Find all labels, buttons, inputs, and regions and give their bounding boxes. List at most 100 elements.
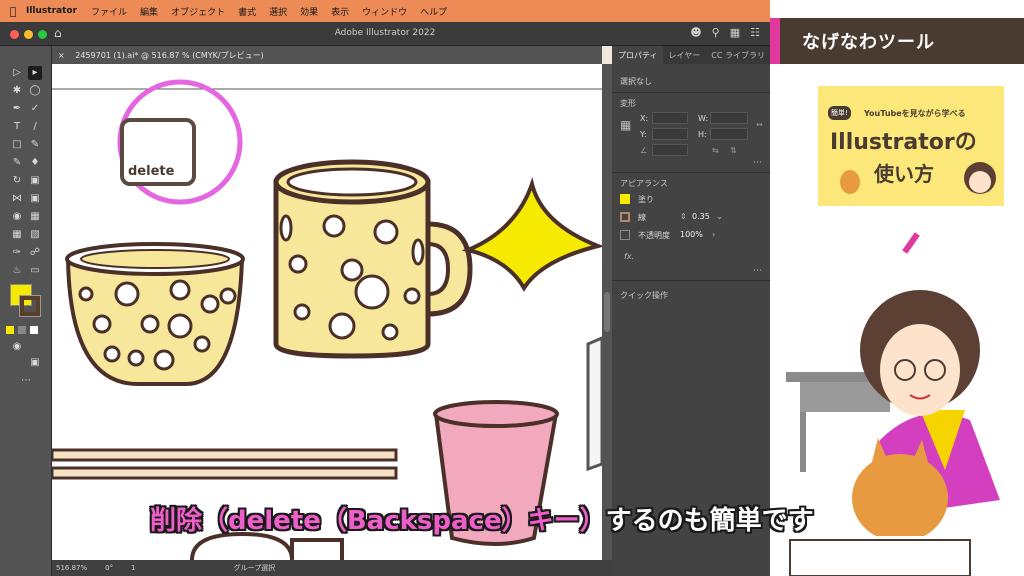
w-label: W:: [698, 114, 709, 123]
blend-tool-icon[interactable]: ☍: [28, 246, 42, 260]
menu-effect[interactable]: 効果: [300, 5, 318, 18]
artwork[interactable]: delete: [52, 64, 602, 560]
topic-banner: なげなわツール: [770, 18, 1024, 64]
logo-mascots: [840, 162, 996, 194]
stroke-weight-value[interactable]: 0.35: [692, 212, 710, 221]
flip-horizontal-icon[interactable]: ⇆: [712, 146, 719, 155]
pen-tool-icon[interactable]: ✒: [10, 102, 24, 116]
mesh-tool-icon[interactable]: ▦: [10, 228, 24, 242]
curvature-tool-icon[interactable]: ✓: [28, 102, 42, 116]
color-mode-icon[interactable]: [6, 326, 14, 334]
subtitle-caption: 削除（delete（Backspace）キー）するのも簡単です: [150, 500, 814, 536]
more-tools-icon[interactable]: ⋯: [19, 374, 33, 388]
gradient-mode-icon[interactable]: [18, 326, 26, 334]
artboard-number[interactable]: 1: [131, 564, 135, 572]
menu-app-name[interactable]: Illustrator: [26, 6, 77, 16]
stroke-weight-dropdown-icon[interactable]: ⌄: [716, 212, 723, 221]
tab-cc-libraries[interactable]: CC ライブラリ: [705, 46, 770, 64]
search-icon[interactable]: ⚲: [712, 26, 720, 39]
panel-divider: [612, 92, 770, 93]
flip-vertical-icon[interactable]: ⇅: [730, 146, 737, 155]
vertical-scrollbar[interactable]: [602, 64, 612, 560]
paintbrush-tool-icon[interactable]: ✎: [28, 138, 42, 152]
panel-tabs: プロパティ レイヤー CC ライブラリ: [612, 46, 770, 64]
reference-point-icon[interactable]: ▦: [620, 118, 631, 132]
opacity-arrow-icon[interactable]: ›: [712, 230, 715, 239]
scrollbar-thumb[interactable]: [604, 292, 610, 332]
screen-mode-icon[interactable]: ▣: [28, 356, 42, 370]
account-icon[interactable]: ☻: [690, 26, 701, 39]
window-title: Adobe Illustrator 2022: [334, 28, 436, 38]
shape-builder-tool-icon[interactable]: ◉: [10, 210, 24, 224]
eyedropper-tool-icon[interactable]: ✑: [10, 246, 24, 260]
appearance-title: アピアランス: [620, 179, 668, 188]
apple-icon[interactable]: : [0, 5, 26, 18]
w-field[interactable]: [710, 112, 748, 124]
direct-selection-tool-icon[interactable]: ▸: [28, 66, 42, 80]
menu-object[interactable]: オブジェクト: [171, 5, 225, 18]
y-label: Y:: [640, 130, 647, 139]
fill-label: 塗り: [638, 195, 654, 204]
opacity-value[interactable]: 100%: [680, 230, 703, 239]
rotate-tool-icon[interactable]: ↻: [10, 174, 24, 188]
menu-edit[interactable]: 編集: [140, 5, 158, 18]
rotation-value[interactable]: 0°: [105, 564, 113, 572]
transform-title: 変形: [620, 99, 636, 108]
transform-more-icon[interactable]: ⋯: [753, 158, 762, 168]
selection-status: 選択なし: [620, 77, 652, 86]
line-tool-icon[interactable]: /: [28, 120, 42, 134]
stroke-stepper-icon[interactable]: ⇕: [680, 212, 687, 221]
width-tool-icon[interactable]: ⋈: [10, 192, 24, 206]
tools-panel: ▷ ▸ ✱ ◯ ✒ ✓ T / □ ✎ ✎ ♦ ↻ ▣ ⋈ ▣ ◉ ▦ ▦ ▧ …: [0, 46, 52, 576]
constrain-proportions-icon[interactable]: ↭: [756, 120, 763, 129]
eraser-tool-icon[interactable]: ♦: [28, 156, 42, 170]
fill-swatch-small[interactable]: [620, 194, 630, 204]
appearance-more-icon[interactable]: ⋯: [753, 266, 762, 276]
fx-effects-button[interactable]: fx.: [624, 252, 634, 261]
symbol-sprayer-tool-icon[interactable]: ♨: [10, 264, 24, 278]
gradient-tool-icon[interactable]: ▧: [28, 228, 42, 242]
draw-mode-icon[interactable]: ◉: [10, 340, 24, 354]
column-graph-tool-icon[interactable]: ▭: [28, 264, 42, 278]
stroke-label: 線: [638, 213, 646, 222]
artboard-canvas[interactable]: delete: [52, 64, 602, 560]
stroke-swatch-small[interactable]: [620, 212, 630, 222]
h-field[interactable]: [710, 128, 748, 140]
perspective-grid-tool-icon[interactable]: ▦: [28, 210, 42, 224]
delete-key-label: delete: [128, 164, 175, 179]
app-title-bar: ⌂ Adobe Illustrator 2022 ☻ ⚲ ▦ ☷: [0, 22, 770, 46]
close-document-icon[interactable]: ×: [58, 51, 65, 60]
rotate-field[interactable]: [652, 144, 688, 156]
screen: なげなわツール 簡単! YouTubeを見ながら学べる Illustratorの…: [0, 0, 1024, 576]
none-mode-icon[interactable]: [30, 326, 38, 334]
tab-layers[interactable]: レイヤー: [663, 46, 706, 64]
menu-file[interactable]: ファイル: [91, 5, 127, 18]
y-field[interactable]: [652, 128, 688, 140]
x-label: X:: [640, 114, 649, 123]
workspace-icon[interactable]: ☷: [750, 26, 760, 39]
rectangle-tool-icon[interactable]: □: [10, 138, 24, 152]
arrange-documents-icon[interactable]: ▦: [730, 26, 740, 39]
magic-wand-tool-icon[interactable]: ✱: [10, 84, 24, 98]
tab-properties[interactable]: プロパティ: [612, 46, 663, 64]
type-tool-icon[interactable]: T: [10, 120, 24, 134]
lasso-tool-icon[interactable]: ◯: [28, 84, 42, 98]
panel-divider: [612, 172, 770, 173]
document-tab-label: 2459701 (1).ai* @ 516.87 % (CMYK/プレビュー): [75, 51, 264, 60]
selection-tool-icon[interactable]: ▷: [10, 66, 24, 80]
menu-type[interactable]: 書式: [238, 5, 256, 18]
menu-select[interactable]: 選択: [269, 5, 287, 18]
free-transform-tool-icon[interactable]: ▣: [28, 192, 42, 206]
document-tab[interactable]: × 2459701 (1).ai* @ 516.87 % (CMYK/プレビュー…: [52, 46, 602, 64]
menu-help[interactable]: ヘルプ: [420, 5, 447, 18]
opacity-label: 不透明度: [638, 231, 670, 240]
menu-view[interactable]: 表示: [331, 5, 349, 18]
caption-text: するのも簡単です: [605, 506, 814, 536]
shaper-tool-icon[interactable]: ✎: [10, 156, 24, 170]
stroke-color-swatch[interactable]: [19, 295, 41, 317]
scale-tool-icon[interactable]: ▣: [28, 174, 42, 188]
zoom-level[interactable]: 516.87%: [56, 564, 87, 572]
menu-window[interactable]: ウィンドウ: [362, 5, 407, 18]
x-field[interactable]: [652, 112, 688, 124]
properties-panel: プロパティ レイヤー CC ライブラリ 選択なし 変形 ▦ X: W: Y: H…: [612, 46, 770, 576]
